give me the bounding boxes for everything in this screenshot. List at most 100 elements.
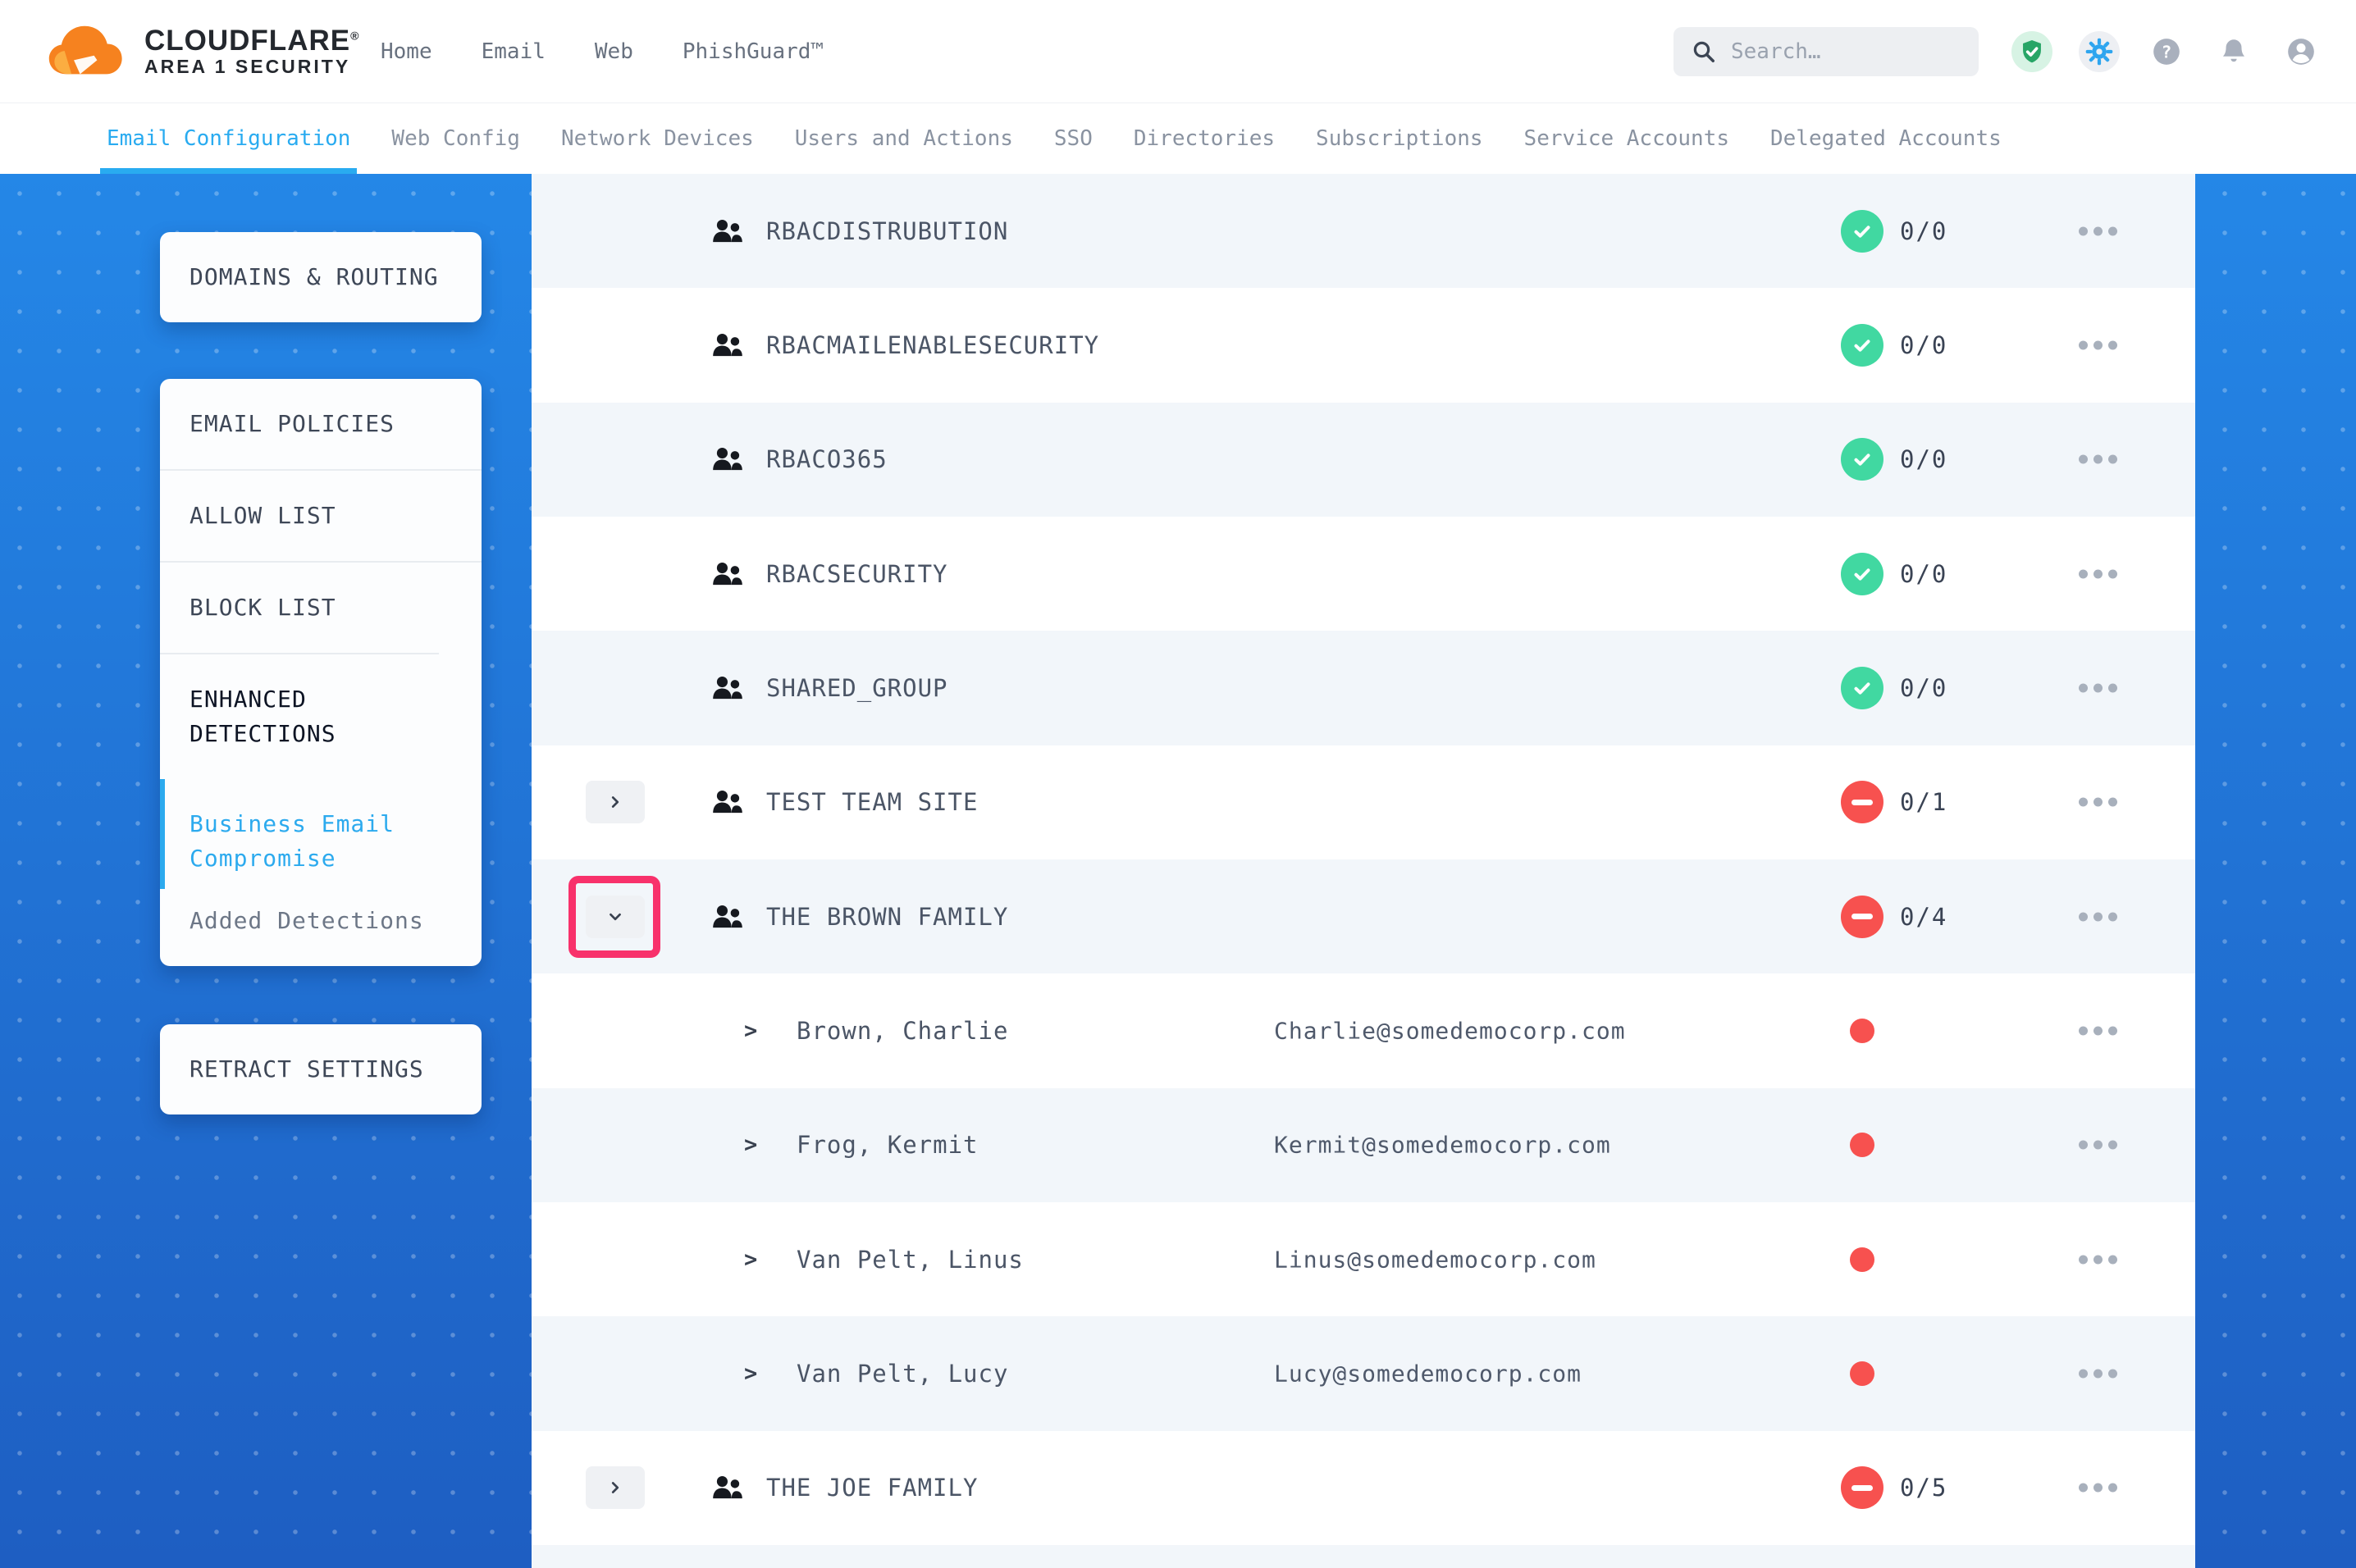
top-header: CLOUDFLARE® AREA 1 SECURITY Home Email Web…: [0, 0, 2356, 103]
table-row-member: >Frog, KermitKermit@somedemocorp.com: [532, 1088, 2195, 1202]
group-icon: [712, 219, 743, 244]
group-name: THE JOE FAMILY: [766, 1474, 978, 1502]
status-badge-ok: [1841, 553, 1883, 595]
notifications-bell-icon[interactable]: [2213, 31, 2254, 72]
registered-mark: ®: [350, 29, 359, 42]
sidebar-card-3: RETRACT SETTINGS: [160, 1024, 482, 1114]
tab-network-devices[interactable]: Network Devices: [561, 103, 754, 174]
status-badge-ok: [1841, 667, 1883, 709]
sidebar-item-retract-settings[interactable]: RETRACT SETTINGS: [160, 1024, 482, 1114]
member-name: Van Pelt, Lucy: [797, 1360, 1008, 1388]
expand-group-button[interactable]: [586, 781, 645, 823]
content-area: DOMAINS & ROUTING EMAIL POLICIESALLOW LIS…: [0, 174, 2356, 1568]
row-menu-button[interactable]: [2079, 675, 2117, 700]
search-box[interactable]: [1673, 27, 1979, 76]
row-menu-button[interactable]: [2079, 1133, 2117, 1158]
row-menu-button[interactable]: [2079, 447, 2117, 472]
tab-delegated-accounts[interactable]: Delegated Accounts: [1770, 103, 2002, 174]
sidebar-item-email-policies[interactable]: EMAIL POLICIES: [160, 379, 482, 469]
collapse-group-button[interactable]: [586, 896, 645, 938]
member-email: Linus@somedemocorp.com: [1274, 1246, 1596, 1273]
cloudflare-cloud-icon: [46, 23, 131, 80]
tab-service-accounts[interactable]: Service Accounts: [1524, 103, 1729, 174]
row-menu-button[interactable]: [2079, 1475, 2117, 1501]
member-count: 0/1: [1900, 788, 1947, 816]
group-name: RBACO365: [766, 445, 888, 473]
search-icon: [1692, 39, 1716, 64]
row-menu-button[interactable]: [2079, 790, 2117, 815]
table-row-member: >Brown, CharlieCharlie@somedemocorp.com: [532, 973, 2195, 1087]
cloudflare-logo[interactable]: CLOUDFLARE® AREA 1 SECURITY: [0, 23, 333, 80]
status-dot-blocked: [1850, 1133, 1874, 1157]
row-menu-button[interactable]: [2079, 561, 2117, 586]
group-icon: [712, 447, 743, 472]
member-email: Kermit@somedemocorp.com: [1274, 1132, 1611, 1159]
sidebar-item-enhanced-detections: ENHANCED DETECTIONS: [160, 653, 439, 779]
member-count: 0/0: [1900, 445, 1947, 473]
primary-nav-web[interactable]: Web: [595, 39, 633, 64]
member-count: 0/0: [1900, 560, 1947, 588]
member-count: 0/0: [1900, 217, 1947, 245]
tab-subscriptions[interactable]: Subscriptions: [1316, 103, 1483, 174]
tab-users-and-actions[interactable]: Users and Actions: [795, 103, 1013, 174]
primary-nav-email[interactable]: Email: [482, 39, 546, 64]
account-avatar-icon[interactable]: [2281, 31, 2322, 72]
app-window: CLOUDFLARE® AREA 1 SECURITY Home Email Web…: [0, 0, 2356, 1568]
sidebar-item-business-email-compromise[interactable]: Business Email Compromise: [160, 779, 473, 889]
member-count: 0/0: [1900, 674, 1947, 702]
status-badge-blocked: [1841, 781, 1883, 823]
group-name: RBACDISTRUBUTION: [766, 217, 1008, 245]
group-icon: [712, 1475, 743, 1500]
table-row-group: RBACDISTRUBUTION 0/0: [532, 174, 2195, 288]
minus-glyph: [1851, 800, 1873, 805]
tab-sso[interactable]: SSO: [1054, 103, 1093, 174]
row-menu-button[interactable]: [2079, 1247, 2117, 1272]
status-badge-ok: [1841, 324, 1883, 367]
table-row-group: RBACO365 0/0: [532, 403, 2195, 517]
sidebar-item-block-list[interactable]: BLOCK LIST: [160, 561, 482, 653]
primary-nav-phishguard[interactable]: PhishGuard™: [683, 39, 824, 64]
expand-group-button[interactable]: [586, 1466, 645, 1509]
table-row-group: RBACSECURITY 0/0: [532, 517, 2195, 631]
group-icon: [712, 676, 743, 700]
sidebar-item-domains-routing[interactable]: DOMAINS & ROUTING: [160, 232, 482, 322]
svg-text:?: ?: [2162, 42, 2172, 62]
status-badge-ok: [1841, 210, 1883, 253]
status-dot-blocked: [1850, 1361, 1874, 1386]
logo-subtitle: AREA 1 SECURITY: [144, 57, 359, 78]
member-email: Lucy@somedemocorp.com: [1274, 1360, 1582, 1387]
table-row-member: >Van Pelt, LinusLinus@somedemocorp.com: [532, 1202, 2195, 1316]
expand-member-chevron[interactable]: >: [744, 1133, 757, 1158]
primary-nav-home[interactable]: Home: [381, 39, 432, 64]
minus-glyph: [1851, 1485, 1873, 1491]
group-name: RBACSECURITY: [766, 560, 948, 588]
security-shield-icon[interactable]: [2011, 31, 2052, 72]
row-menu-button[interactable]: [2079, 332, 2117, 358]
row-menu-button[interactable]: [2079, 904, 2117, 929]
row-menu-button[interactable]: [2079, 1361, 2117, 1386]
tab-directories[interactable]: Directories: [1134, 103, 1275, 174]
sidebar-card-2: EMAIL POLICIESALLOW LISTBLOCK LISTENHANC…: [160, 379, 482, 966]
status-dot-blocked: [1850, 1019, 1874, 1043]
group-icon: [712, 790, 743, 814]
row-menu-button[interactable]: [2079, 218, 2117, 244]
group-icon: [712, 562, 743, 586]
table-row-group: SHARED_GROUP 0/0: [532, 631, 2195, 745]
row-menu-button[interactable]: [2079, 1018, 2117, 1043]
expand-member-chevron[interactable]: >: [744, 1361, 757, 1386]
help-icon[interactable]: ?: [2146, 31, 2187, 72]
group-icon: [712, 333, 743, 358]
expand-member-chevron[interactable]: >: [744, 1247, 757, 1272]
tab-email-configuration[interactable]: Email Configuration: [107, 103, 350, 174]
group-name: SHARED_GROUP: [766, 674, 948, 702]
tab-web-config[interactable]: Web Config: [391, 103, 520, 174]
secondary-nav: Email Configuration Web Config Network Dev…: [0, 103, 2356, 174]
logo-title: CLOUDFLARE®: [144, 25, 359, 57]
table-row-group: RBACMAILENABLESECURITY0/0: [532, 288, 2195, 402]
sidebar-card-1: DOMAINS & ROUTING: [160, 232, 482, 322]
sidebar-item-added-detections[interactable]: Added Detections: [160, 889, 482, 966]
search-input[interactable]: [1729, 39, 1962, 65]
sidebar-item-allow-list[interactable]: ALLOW LIST: [160, 469, 482, 561]
expand-member-chevron[interactable]: >: [744, 1018, 757, 1043]
settings-gear-icon[interactable]: [2079, 31, 2120, 72]
